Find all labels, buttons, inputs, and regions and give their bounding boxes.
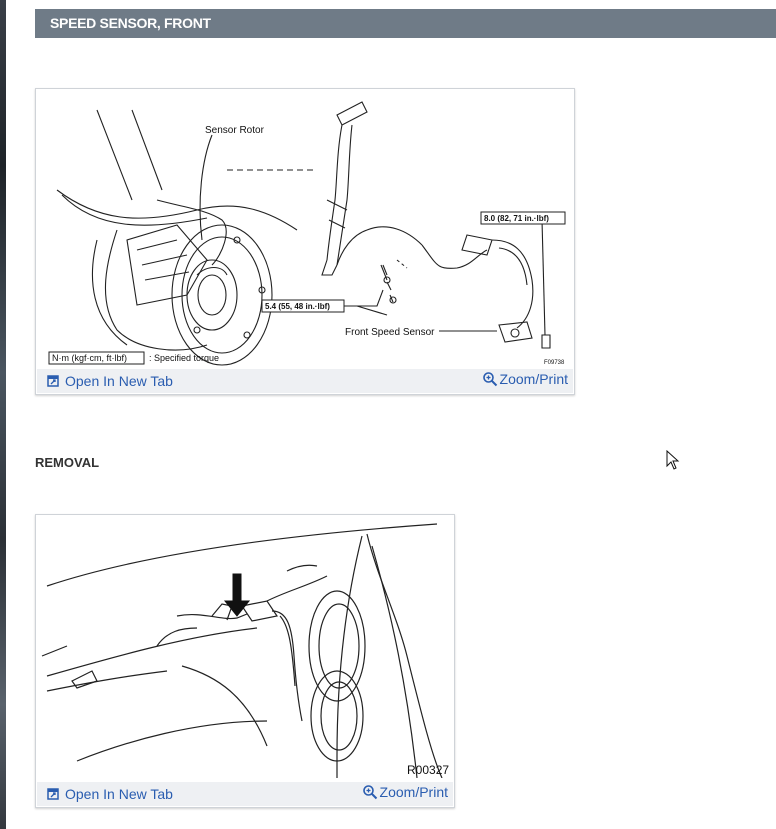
figure2-code: R00327 — [407, 763, 449, 777]
figure-card-removal: R00327 Open In New Tab Zoom/Print — [35, 514, 455, 808]
section-header: SPEED SENSOR, FRONT — [35, 9, 776, 38]
zoom-print-button[interactable]: Zoom/Print — [362, 784, 448, 800]
open-in-new-tab-label: Open In New Tab — [65, 373, 173, 389]
torque-spec-small: 5.4 (55, 48 in.·lbf) — [265, 302, 330, 311]
sensor-rotor-label: Sensor Rotor — [205, 125, 265, 136]
removal-drawing — [41, 523, 443, 778]
direction-arrow-icon — [223, 573, 251, 617]
zoom-print-button[interactable]: Zoom/Print — [482, 371, 568, 387]
removal-diagram: R00327 — [41, 523, 449, 778]
torque-unit-box: N·m (kgf·cm, ft·lbf) — [52, 353, 127, 363]
figure1-toolbar: Open In New Tab Zoom/Print — [37, 369, 573, 393]
zoom-print-label: Zoom/Print — [499, 371, 568, 387]
speed-sensor-diagram: Sensor Rotor 8.0 (82, 71 in.·lbf) 5.4 (5… — [48, 101, 566, 366]
section-title: SPEED SENSOR, FRONT — [50, 15, 211, 31]
torque-spec-large: 8.0 (82, 71 in.·lbf) — [484, 214, 549, 223]
figure-card-speed-sensor: Sensor Rotor 8.0 (82, 71 in.·lbf) 5.4 (5… — [35, 88, 575, 395]
zoom-print-label: Zoom/Print — [379, 784, 448, 800]
open-in-new-tab-label: Open In New Tab — [65, 786, 173, 802]
open-in-new-tab-icon — [47, 375, 59, 387]
removal-heading: REMOVAL — [35, 455, 100, 470]
front-speed-sensor-label: Front Speed Sensor — [345, 327, 435, 338]
window-left-edge — [0, 0, 6, 829]
mouse-pointer-icon — [666, 450, 680, 470]
hub-assembly-drawing — [56, 109, 317, 366]
figure1-code: F09738 — [544, 360, 565, 366]
zoom-in-icon — [482, 372, 497, 387]
open-in-new-tab-button[interactable]: Open In New Tab — [47, 373, 173, 389]
open-in-new-tab-icon — [47, 788, 59, 800]
open-in-new-tab-button[interactable]: Open In New Tab — [47, 786, 173, 802]
figure2-toolbar: Open In New Tab Zoom/Print — [37, 782, 453, 806]
specified-torque-label: : Specified torque — [149, 353, 219, 363]
zoom-in-icon — [362, 785, 377, 800]
sensor-harness-drawing — [321, 101, 551, 349]
